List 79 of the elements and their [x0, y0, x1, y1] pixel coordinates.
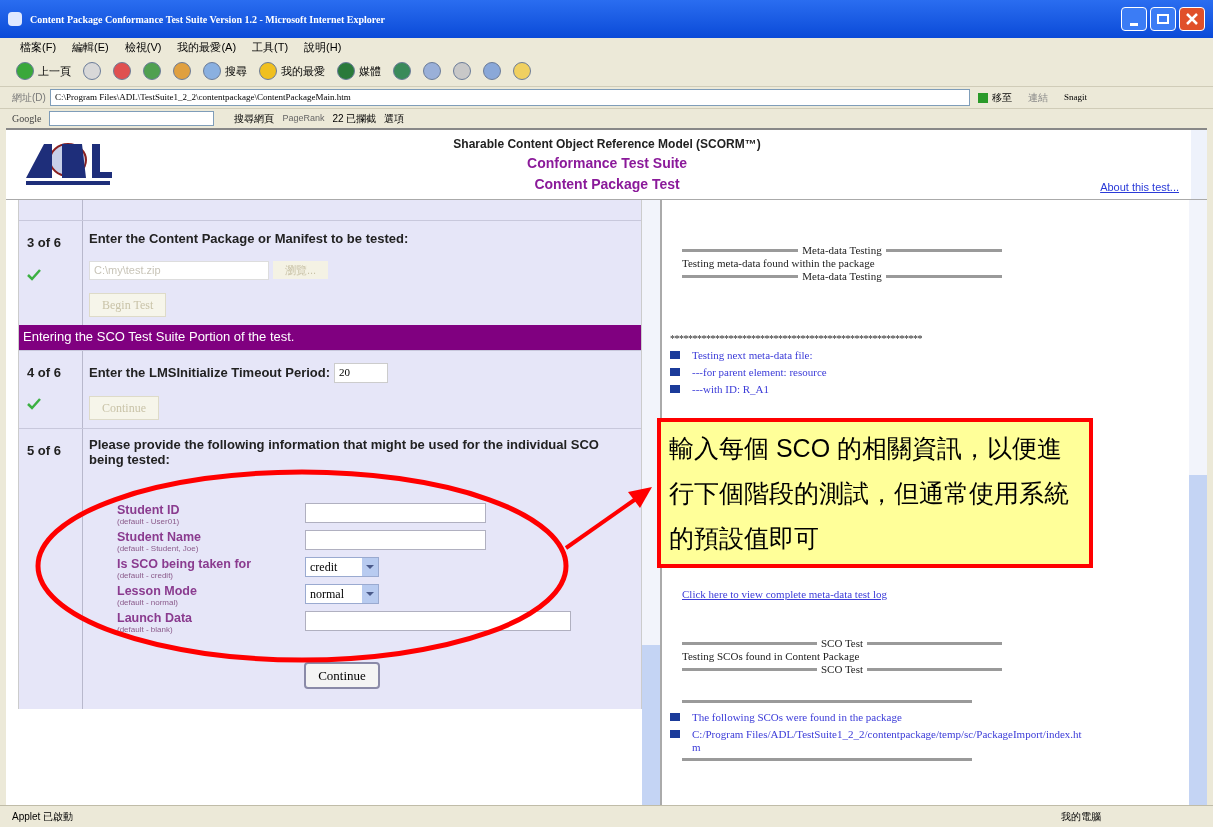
- close-icon: [1186, 13, 1198, 25]
- log-heading: SCO Test: [820, 636, 864, 650]
- google-search-field[interactable]: [49, 111, 215, 126]
- page-subtitle: Content Package Test: [534, 174, 680, 194]
- callout-note: 輸入每個 SCO 的相關資訊，以便進行下個階段的測試，但通常使用系統的預設值即可: [657, 418, 1093, 568]
- field-label: Student Name: [117, 529, 203, 544]
- bullet-icon: [670, 712, 680, 721]
- log-message: C:/Program Files/ADL/TestSuite1_2_2/contentpackage/temp/sc/PackageImport/index.htm: [692, 727, 1082, 754]
- back-button[interactable]: 上一頁: [38, 62, 71, 80]
- page-subtitle: Conformance Test Suite: [527, 153, 688, 173]
- caret-icon: [366, 591, 374, 596]
- instruction-text: Enter the LMSInitialize Timeout Period:: [89, 363, 330, 382]
- bullet-icon: [670, 729, 680, 738]
- step-number: 5 of 6: [27, 441, 62, 460]
- google-logo[interactable]: Google: [12, 111, 42, 126]
- bullet-icon: [670, 368, 680, 376]
- media-button[interactable]: 媒體: [359, 62, 381, 80]
- menu-item[interactable]: 說明(H): [304, 38, 342, 56]
- status-text: Applet 已啟動: [12, 810, 74, 824]
- menu-item[interactable]: 編輯(E): [72, 38, 109, 56]
- menu-item[interactable]: 檢視(V): [124, 38, 162, 56]
- log-message: Testing next meta-data file:: [692, 349, 814, 362]
- log-message: ---for parent element: resource: [692, 366, 828, 379]
- section-banner: Entering the SCO Test Suite Portion of the test.: [19, 324, 641, 350]
- log-heading: Meta-data Testing: [802, 244, 882, 257]
- text-field[interactable]: [305, 529, 486, 550]
- default-hint: (default - Student, Joe): [117, 543, 200, 553]
- zone-text: 我的電腦: [1061, 810, 1101, 824]
- close-button[interactable]: [1179, 7, 1205, 31]
- dropdown[interactable]: normal: [305, 583, 379, 604]
- menu-item[interactable]: 工具(T): [252, 38, 289, 56]
- default-hint: (default - blank): [117, 624, 174, 634]
- window-title: Content Package Conformance Test Suite Version 1.2 - Microsoft Internet Explorer: [30, 12, 385, 27]
- field-label: Student ID: [117, 502, 181, 517]
- step-number: 3 of 6: [27, 234, 62, 252]
- log-text: Testing SCOs found in Content Package: [682, 649, 861, 663]
- address-field[interactable]: C:\Program Files\ADL\TestSuite1_2_2\contentpackage\ContentPackageMain.htm: [49, 89, 970, 106]
- search-button[interactable]: 搜尋: [225, 62, 247, 80]
- favorites-button[interactable]: 我的最愛: [281, 62, 325, 80]
- timeout-field[interactable]: 20: [334, 362, 388, 383]
- options-button[interactable]: 選項: [384, 111, 405, 126]
- about-link[interactable]: About this test...: [1100, 178, 1179, 195]
- step-number: 4 of 6: [27, 363, 62, 382]
- address-label: 網址(D): [12, 91, 46, 105]
- continue-button[interactable]: Continue: [304, 661, 380, 689]
- instruction-text: Enter the Content Package or Manifest to be tested:: [89, 230, 410, 248]
- minimize-button[interactable]: [1121, 7, 1147, 31]
- instruction-text: Please provide the following information that might be used for the individual SCO being tested:: [89, 436, 600, 467]
- scrollbar[interactable]: [1191, 130, 1207, 199]
- maximize-button[interactable]: [1150, 7, 1176, 31]
- log-message: ---with ID: R_A1: [692, 383, 770, 396]
- field-label: Is SCO being taken for: [117, 556, 253, 571]
- default-hint: (default - normal): [117, 597, 179, 607]
- menu-item[interactable]: 我的最愛(A): [177, 38, 237, 56]
- log-message: The following SCOs were found in the package: [692, 710, 903, 724]
- log-heading: Meta-data Testing: [802, 270, 882, 283]
- pagerank-label: PageRank: [282, 111, 325, 125]
- text-field[interactable]: [305, 610, 571, 631]
- log-text: Testing meta-data found within the package: [682, 257, 876, 270]
- caret-icon: [366, 564, 374, 569]
- field-label: Lesson Mode: [117, 583, 198, 598]
- dropdown[interactable]: credit: [305, 556, 379, 577]
- default-hint: (default - User01): [117, 516, 181, 526]
- google-search-button[interactable]: 搜尋網頁: [234, 111, 275, 126]
- bullet-icon: [670, 351, 680, 359]
- go-button[interactable]: 移至: [973, 90, 1016, 105]
- snagit-button[interactable]: Snagit: [1063, 90, 1087, 105]
- log-heading: SCO Test: [820, 662, 864, 676]
- scrollbar[interactable]: [642, 200, 660, 805]
- field-label: Launch Data: [117, 610, 193, 625]
- text-field[interactable]: [305, 502, 486, 523]
- page-title: Sharable Content Object Reference Model (SCORM™): [453, 135, 761, 153]
- separator-stars: ********************************************************: [670, 333, 923, 345]
- log-link[interactable]: Click here to view complete meta-data test log: [682, 586, 1189, 603]
- bullet-icon: [670, 385, 680, 393]
- scrollbar[interactable]: [1189, 200, 1207, 805]
- popup-blocked-button[interactable]: 22 已攔截: [332, 111, 377, 126]
- menu-item[interactable]: 檔案(F): [20, 38, 57, 56]
- default-hint: (default - credit): [117, 570, 174, 580]
